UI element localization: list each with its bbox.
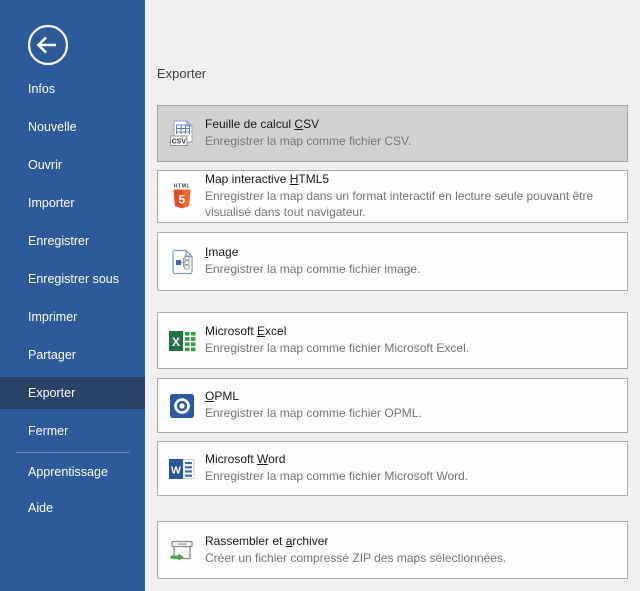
page-title: Exporter <box>157 66 206 81</box>
export-item-description: Enregistrer la map comme fichier OPML. <box>205 406 619 422</box>
csv-spreadsheet-icon: CSV <box>167 120 197 148</box>
sidebar-item-importer[interactable]: Importer <box>0 187 145 219</box>
sidebar-item-aide[interactable]: Aide <box>0 492 145 524</box>
svg-text:CSV: CSV <box>172 138 187 145</box>
export-item-description: Enregistrer la map comme fichier Microso… <box>205 469 619 485</box>
label-pre: Microsoft <box>205 324 257 338</box>
html5-icon: HTML 5 <box>167 182 197 212</box>
label-accel: C <box>294 117 303 131</box>
microsoft-word-icon: W <box>167 455 197 483</box>
sidebar-item-enregistrer-sous[interactable]: Enregistrer sous <box>0 263 145 295</box>
opml-icon <box>167 393 197 419</box>
pack-and-go-icon <box>167 536 197 564</box>
label-accel: O <box>205 389 214 403</box>
svg-text:W: W <box>171 464 181 476</box>
label-pre: Feuille de calcul <box>205 117 294 131</box>
svg-text:X: X <box>172 335 180 349</box>
sidebar-item-imprimer[interactable]: Imprimer <box>0 301 145 333</box>
export-item-title: Map interactive HTML5 <box>205 172 619 186</box>
backstage-export-view: { "window": { "width": 640, "height": 59… <box>0 0 640 591</box>
back-button[interactable] <box>26 23 70 67</box>
sidebar-item-partager[interactable]: Partager <box>0 339 145 371</box>
back-arrow-icon <box>26 23 70 67</box>
sidebar-item-infos[interactable]: Infos <box>0 73 145 105</box>
export-item-excel[interactable]: X Microsoft Excel Enregistrer la map com… <box>157 312 628 369</box>
export-item-description: Enregistrer la map comme fichier Microso… <box>205 341 619 357</box>
label-accel: W <box>257 452 268 466</box>
export-item-image[interactable]: Image Enregistrer la map comme fichier i… <box>157 232 628 291</box>
image-file-icon <box>167 248 197 276</box>
microsoft-excel-icon: X <box>167 327 197 355</box>
label-accel: E <box>257 324 265 338</box>
export-item-description: Enregistrer la map comme fichier image. <box>205 262 619 278</box>
export-panel: Exporter CSV Feuille de calc <box>145 0 640 591</box>
sidebar-item-fermer[interactable]: Fermer <box>0 415 145 447</box>
label-pre: Microsoft <box>205 452 257 466</box>
export-item-title: Image <box>205 245 619 259</box>
export-item-title: Rassembler et archiver <box>205 534 619 548</box>
sidebar-divider <box>16 452 129 453</box>
svg-text:5: 5 <box>179 192 186 206</box>
sidebar-item-ouvrir[interactable]: Ouvrir <box>0 149 145 181</box>
label-post: ord <box>268 452 285 466</box>
sidebar-item-apprentissage[interactable]: Apprentissage <box>0 456 145 488</box>
label-pre: Rassembler et <box>205 534 286 548</box>
export-item-description: Enregistrer la map dans un format intera… <box>205 189 619 220</box>
label-post: TML5 <box>298 172 329 186</box>
label-post: PML <box>214 389 239 403</box>
label-pre: Map interactive <box>205 172 290 186</box>
export-item-title: OPML <box>205 389 619 403</box>
svg-text:HTML: HTML <box>174 183 190 189</box>
label-post: mage <box>208 245 238 259</box>
export-item-title: Microsoft Excel <box>205 324 619 338</box>
backstage-sidebar: Infos Nouvelle Ouvrir Importer Enregistr… <box>0 0 145 591</box>
export-item-title: Feuille de calcul CSV <box>205 117 619 131</box>
sidebar-item-enregistrer[interactable]: Enregistrer <box>0 225 145 257</box>
label-post: rchiver <box>292 534 328 548</box>
label-post: SV <box>303 117 319 131</box>
export-item-pack-and-go[interactable]: Rassembler et archiver Créer un fichier … <box>157 521 628 579</box>
export-item-title: Microsoft Word <box>205 452 619 466</box>
label-post: xcel <box>265 324 286 338</box>
export-item-word[interactable]: W Microsoft Word Enregistrer la map comm… <box>157 441 628 496</box>
sidebar-item-exporter[interactable]: Exporter <box>0 377 145 409</box>
export-item-description: Enregistrer la map comme fichier CSV. <box>205 134 619 150</box>
export-item-csv[interactable]: CSV Feuille de calcul CSV Enregistrer la… <box>157 105 628 162</box>
export-item-opml[interactable]: OPML Enregistrer la map comme fichier OP… <box>157 378 628 433</box>
export-item-description: Créer un fichier compressé ZIP des maps … <box>205 551 619 567</box>
export-item-html5[interactable]: HTML 5 Map interactive HTML5 Enregistrer… <box>157 170 628 223</box>
sidebar-item-nouvelle[interactable]: Nouvelle <box>0 111 145 143</box>
